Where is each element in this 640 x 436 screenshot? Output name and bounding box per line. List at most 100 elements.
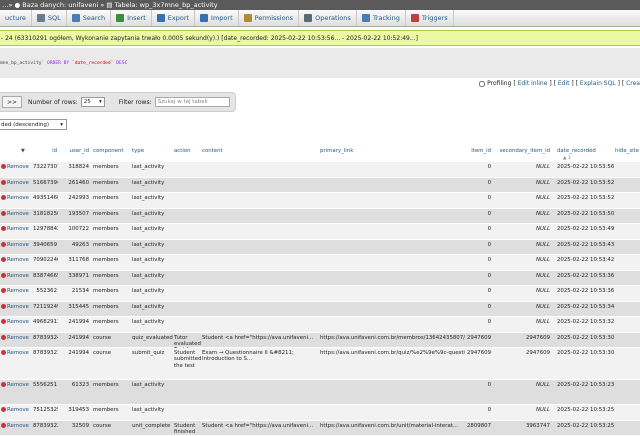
remove-button[interactable]: Remove: [0, 405, 30, 415]
remove-button[interactable]: Remove: [0, 193, 30, 203]
table-row[interactable]: Remove49682913241994memberslast_activity…: [0, 317, 640, 333]
cell-primary-link[interactable]: [319, 317, 465, 321]
cell-user-id: 100722: [62, 224, 90, 234]
cell-id: 3940659: [32, 240, 58, 250]
select-options-icon[interactable]: ▼: [20, 144, 26, 156]
cell-content[interactable]: [201, 255, 319, 271]
table-row[interactable]: Remove31818250193507memberslast_activity…: [0, 209, 640, 225]
cell-primary-link[interactable]: [319, 302, 465, 306]
remove-button[interactable]: Remove: [0, 380, 30, 390]
sort-select[interactable]: ded (descending): [0, 119, 67, 130]
table-row[interactable]: Remove75125325319453memberslast_activity…: [0, 405, 640, 421]
table-row[interactable]: Remove49351460242993memberslast_activity…: [0, 193, 640, 209]
cell-primary-link[interactable]: [319, 193, 465, 197]
table-row[interactable]: Remove87839324241994coursequiz_evaluated…: [0, 333, 640, 349]
cell-action: [173, 286, 201, 302]
column-header-hide-site[interactable]: hide_site: [614, 144, 640, 156]
tab-search[interactable]: Search: [67, 10, 111, 27]
column-header-component[interactable]: component: [92, 144, 130, 156]
cell-id: 31818250: [32, 209, 58, 219]
remove-button[interactable]: Remove: [0, 348, 30, 358]
table-row[interactable]: Remove555625161323memberslast_activity0N…: [0, 380, 640, 405]
cell-content[interactable]: Student <a href="https://ava.unifaveni..…: [201, 333, 319, 349]
cell-primary-link[interactable]: [319, 240, 465, 244]
remove-button[interactable]: Remove: [0, 333, 30, 343]
cell-content[interactable]: [201, 271, 319, 287]
table-row[interactable]: Remove87839323241994coursesubmit_quizStu…: [0, 348, 640, 380]
cell-content[interactable]: [201, 317, 319, 333]
breadcrumb[interactable]: …» ● Baza danych: unifaveni » ▤ Tabela: …: [0, 0, 640, 10]
cell-content[interactable]: [201, 193, 319, 209]
cell-primary-link[interactable]: [319, 162, 465, 166]
tab-sql[interactable]: SQL: [32, 10, 67, 27]
tab-triggers[interactable]: Triggers: [406, 10, 454, 27]
tab-permissions[interactable]: Permissions: [239, 10, 299, 27]
cell-content[interactable]: [201, 178, 319, 194]
cell-content[interactable]: [201, 240, 319, 256]
remove-button[interactable]: Remove: [0, 178, 30, 188]
filter-input[interactable]: Szukaj w tej tabeli: [155, 97, 230, 107]
table-row[interactable]: Remove12978842100722memberslast_activity…: [0, 224, 640, 240]
rows-select[interactable]: 25: [81, 97, 105, 107]
create-php-link[interactable]: Crea: [626, 80, 640, 87]
cell-content[interactable]: Exam → Questionnaire II &#8211; Introduc…: [201, 348, 319, 380]
remove-button[interactable]: Remove: [0, 255, 30, 265]
cell-primary-link[interactable]: [319, 178, 465, 182]
cell-content[interactable]: [201, 302, 319, 318]
tab-export[interactable]: Export: [152, 10, 195, 27]
tab-tracking[interactable]: Tracking: [357, 10, 406, 27]
table-row[interactable]: Remove8783932232509courseunit_completeSt…: [0, 421, 640, 436]
column-header-primary-link[interactable]: primary_link: [319, 144, 465, 156]
column-header-type[interactable]: type: [131, 144, 173, 156]
tab-insert[interactable]: Insert: [111, 10, 152, 27]
cell-primary-link[interactable]: https://ava.unifaveni.com.br/membros/136…: [319, 333, 465, 343]
table-row[interactable]: Remove73227307318824memberslast_activity…: [0, 162, 640, 178]
table-row[interactable]: Remove70902246311768memberslast_activity…: [0, 255, 640, 271]
cell-content[interactable]: [201, 162, 319, 178]
table-row[interactable]: Remove83874669338971memberslast_activity…: [0, 271, 640, 287]
cell-primary-link[interactable]: [319, 405, 465, 409]
cell-primary-link[interactable]: [319, 255, 465, 259]
cell-user-id: 241994: [62, 348, 90, 358]
remove-button[interactable]: Remove: [0, 162, 30, 172]
tab-structure[interactable]: ucture: [0, 10, 32, 27]
remove-button[interactable]: Remove: [0, 302, 30, 312]
cell-component: course: [92, 348, 130, 358]
tab-import[interactable]: Import: [195, 10, 239, 27]
import-icon: [200, 14, 208, 22]
column-header-content[interactable]: content: [201, 144, 319, 156]
column-header-user-id[interactable]: user_id: [62, 144, 90, 156]
cell-primary-link[interactable]: [319, 209, 465, 213]
cell-content[interactable]: [201, 286, 319, 302]
column-header-item-id[interactable]: item_id: [466, 144, 492, 156]
column-header-secondary-item-id[interactable]: secondary_item_id: [495, 144, 551, 156]
remove-button[interactable]: Remove: [0, 286, 30, 296]
cell-primary-link[interactable]: [319, 224, 465, 228]
remove-button[interactable]: Remove: [0, 224, 30, 234]
table-row[interactable]: Remove72119249315445memberslast_activity…: [0, 302, 640, 318]
remove-button[interactable]: Remove: [0, 271, 30, 281]
cell-content[interactable]: [201, 405, 319, 421]
cell-primary-link[interactable]: [319, 271, 465, 275]
table-row[interactable]: Remove51667394261460memberslast_activity…: [0, 178, 640, 194]
profiling-checkbox[interactable]: [479, 81, 485, 87]
column-header-id[interactable]: id: [32, 144, 58, 156]
cell-content[interactable]: Student <a href="https://ava.unifaveni..…: [201, 421, 319, 436]
cell-content[interactable]: [201, 209, 319, 225]
cell-content[interactable]: [201, 380, 319, 405]
remove-button[interactable]: Remove: [0, 209, 30, 219]
cell-primary-link[interactable]: [319, 286, 465, 290]
cell-content[interactable]: [201, 224, 319, 240]
remove-button[interactable]: Remove: [0, 240, 30, 250]
explain-sql-link[interactable]: Explain SQL: [580, 80, 616, 87]
edit-inline-link[interactable]: Edit inline: [518, 80, 548, 87]
cell-primary-link[interactable]: [319, 380, 465, 384]
cell-primary-link[interactable]: https://ava.unifaveni.com.br/quiz/%e2%9e…: [319, 348, 465, 358]
table-row[interactable]: Remove55236221534memberslast_activity0NU…: [0, 286, 640, 302]
column-header-action[interactable]: action: [173, 144, 201, 156]
edit-link[interactable]: Edit: [558, 80, 570, 87]
last-page-button[interactable]: >>: [2, 96, 22, 108]
remove-button[interactable]: Remove: [0, 317, 30, 327]
table-row[interactable]: Remove394065949263memberslast_activity0N…: [0, 240, 640, 256]
tab-operations[interactable]: Operations: [299, 10, 357, 27]
